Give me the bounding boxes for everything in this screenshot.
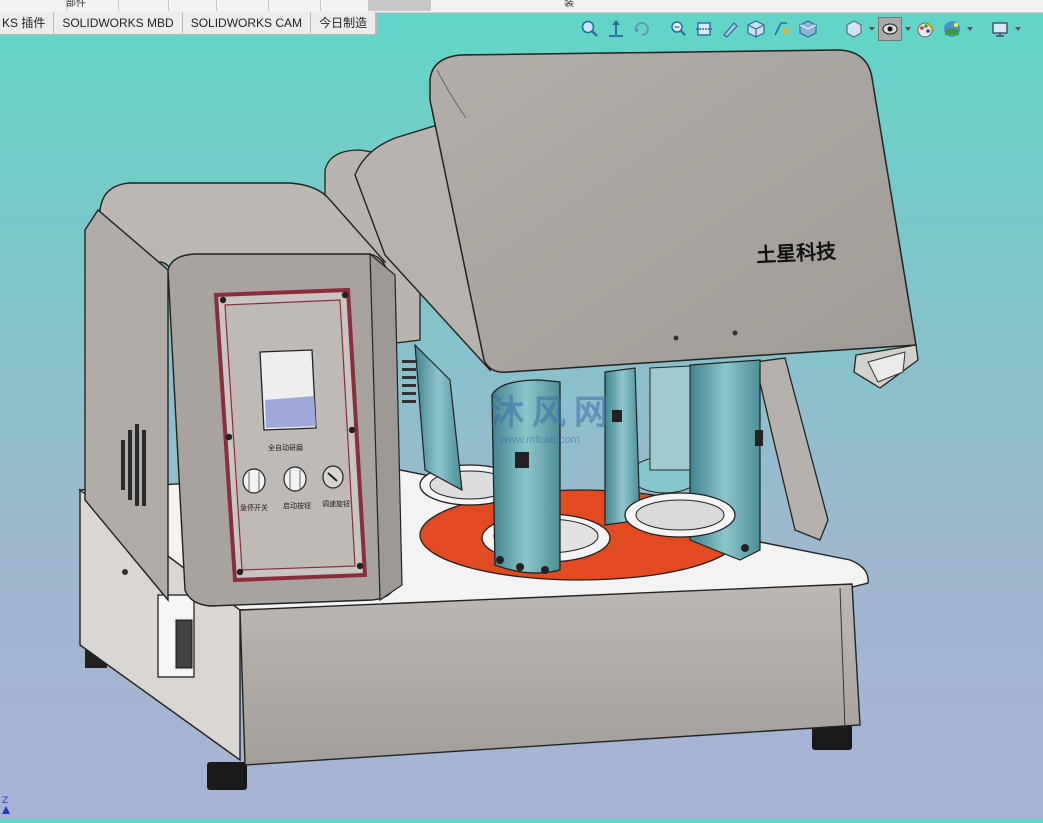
coordinate-triad: Z [2, 797, 10, 817]
knob-label: 急停开关 [240, 504, 268, 512]
ribbon-cell-active[interactable] [368, 0, 431, 11]
ribbon-cell[interactable] [212, 0, 269, 11]
tab-addins[interactable]: KS 插件 [0, 12, 55, 34]
ribbon-partial-label: 装 [564, 0, 574, 9]
triad-axis-label: Z [2, 796, 9, 806]
knob-label: 启动按钮 [283, 502, 311, 510]
panel-caption: 全自动研磨 [268, 444, 303, 452]
ribbon-partial-label: 部件 [66, 0, 86, 9]
ribbon-cell[interactable] [164, 0, 217, 11]
ribbon-cell[interactable] [264, 0, 321, 11]
triad-arrow-icon [2, 806, 10, 814]
ribbon-cell-assembly[interactable]: 部件 [62, 0, 119, 11]
brand-label: 土星科技 [755, 238, 837, 268]
knob-label: 调速旋钮 [322, 500, 350, 508]
watermark: 沐风网 www.mfcad.com [430, 385, 616, 446]
tab-today-manufacturing[interactable]: 今日制造 [311, 12, 377, 34]
ribbon-cell[interactable]: 装 [560, 0, 624, 11]
grinder-lid [354, 49, 919, 389]
tab-solidworks-cam[interactable]: SOLIDWORKS CAM [182, 12, 312, 34]
graphics-area[interactable]: 土星科技 全自动研磨 急停开关 启动按钮 调速旋钮 沐风网 www.mfcad.… [0, 35, 1043, 819]
ribbon-cell[interactable] [0, 0, 67, 11]
tab-solidworks-mbd[interactable]: SOLIDWORKS MBD [54, 12, 183, 34]
watermark-url: www.mfcad.com [500, 434, 581, 446]
command-manager-tabs: KS 插件 SOLIDWORKS MBD SOLIDWORKS CAM 今日制造 [0, 12, 378, 35]
ribbon-cell[interactable] [114, 0, 169, 11]
ribbon-cell[interactable] [316, 0, 373, 11]
base-foot [207, 762, 247, 790]
watermark-text: 沐风网 [490, 393, 616, 433]
